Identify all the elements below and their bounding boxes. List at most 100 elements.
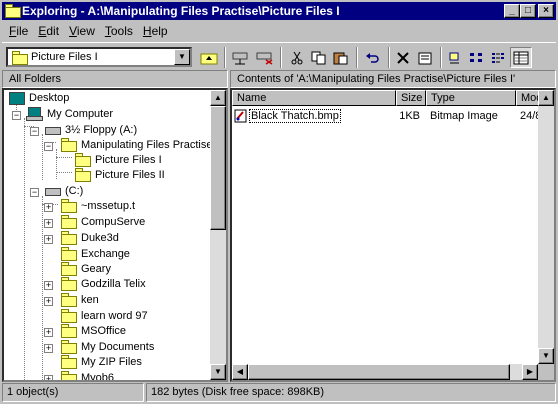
scroll-up-button[interactable]: ▲ (538, 90, 554, 106)
tree-item-myob6[interactable]: Myob6 (60, 370, 116, 380)
disconnect-drive-button[interactable] (254, 47, 276, 68)
tree-item-compuserve[interactable]: CompuServe (60, 214, 147, 229)
scroll-down-button[interactable]: ▼ (538, 348, 554, 364)
column-header-name[interactable]: Name (232, 90, 396, 106)
contents-header: Contents of 'A:\Manipulating Files Pract… (230, 70, 556, 88)
expand-toggle[interactable]: + (44, 297, 53, 306)
scroll-thumb[interactable] (210, 106, 226, 230)
expand-toggle[interactable]: + (44, 328, 53, 337)
status-bar: 1 object(s) 182 bytes (Disk free space: … (2, 383, 556, 402)
window-title: Exploring - A:\Manipulating Files Practi… (22, 4, 340, 18)
close-button[interactable]: × (538, 4, 554, 18)
expand-toggle[interactable]: + (44, 203, 53, 212)
contents-list: Name Size Type Modified Black Thatch.bmp… (230, 88, 556, 382)
expand-toggle[interactable]: + (44, 281, 53, 290)
tree-item-label: Picture Files I (95, 153, 162, 166)
tree-item-label: My Computer (47, 107, 114, 120)
tree-item-my-zip-files[interactable]: My ZIP Files (60, 354, 144, 369)
tree-item-label: CompuServe (81, 215, 146, 228)
details-view-button[interactable] (510, 47, 532, 68)
expand-toggle[interactable]: + (44, 235, 53, 244)
tree-item-label: MSOffice (81, 324, 127, 337)
map-network-drive-button[interactable] (230, 47, 252, 68)
status-object-count: 1 object(s) (2, 383, 144, 402)
collapse-toggle[interactable]: − (44, 142, 53, 151)
menu-file[interactable]: File (4, 22, 33, 40)
explorer-app-icon[interactable] (4, 4, 21, 18)
tree-item-geary[interactable]: Geary (60, 261, 113, 276)
menu-edit[interactable]: Edit (33, 22, 64, 40)
tree-item-label: My Documents (81, 340, 155, 353)
expand-toggle[interactable]: + (44, 344, 53, 353)
tree-item-ken[interactable]: ken (60, 292, 101, 307)
expand-toggle[interactable]: + (44, 375, 53, 380)
folder-icon (60, 355, 77, 369)
tree-item-my-computer[interactable]: My Computer (26, 106, 115, 121)
column-header-size[interactable]: Size (396, 90, 426, 106)
menu-help[interactable]: Help (138, 22, 173, 40)
tree-item-mssetup[interactable]: ~mssetup.t (60, 198, 137, 213)
folder-icon (60, 262, 77, 276)
folder-icon (11, 50, 28, 65)
tree-item-desktop[interactable]: Desktop (8, 90, 71, 105)
tree-item-drive-c[interactable]: (C:) (44, 183, 85, 198)
menu-bar: File Edit View Tools Help (4, 22, 173, 40)
folder-icon (60, 309, 77, 323)
expand-toggle[interactable]: + (44, 219, 53, 228)
collapse-toggle[interactable]: − (30, 188, 39, 197)
scroll-right-button[interactable]: ▶ (522, 364, 538, 380)
contents-vscrollbar[interactable]: ▲ ▼ (538, 90, 554, 364)
tree-item-label: Manipulating Files Practise (81, 138, 213, 151)
collapse-toggle[interactable]: − (12, 111, 21, 120)
tree-item-learn-word-97[interactable]: learn word 97 (60, 308, 150, 323)
undo-button[interactable] (362, 47, 384, 68)
tree-item-manipulating-files[interactable]: Manipulating Files Practise (60, 137, 214, 152)
all-folders-header: All Folders (2, 70, 228, 88)
copy-button[interactable] (308, 47, 330, 68)
cut-button[interactable] (286, 47, 308, 68)
tree-item-duke3d[interactable]: Duke3d (60, 230, 121, 245)
scroll-corner (538, 364, 554, 380)
tree-item-floppy[interactable]: 3½ Floppy (A:) (44, 122, 139, 137)
address-combo[interactable]: Picture Files I ▼ (6, 47, 192, 67)
scroll-left-button[interactable]: ◀ (232, 364, 248, 380)
scroll-thumb[interactable] (248, 364, 510, 380)
tree-item-godzilla-telix[interactable]: Godzilla Telix (60, 276, 148, 291)
tree-item-label: Duke3d (81, 231, 119, 244)
details-icon (513, 51, 529, 64)
tree-item-label: Geary (81, 262, 111, 275)
tree-item-label: 3½ Floppy (A:) (65, 123, 138, 136)
paste-icon (333, 52, 348, 64)
up-one-level-button[interactable] (198, 47, 220, 68)
menu-tools[interactable]: Tools (100, 22, 138, 40)
properties-button[interactable] (414, 47, 436, 68)
chevron-down-icon[interactable]: ▼ (174, 49, 190, 65)
tree-item-picture-files-ii[interactable]: Picture Files II (74, 167, 167, 182)
maximize-button[interactable]: □ (520, 4, 536, 18)
menu-view[interactable]: View (64, 22, 100, 40)
tree-item-msoffice[interactable]: MSOffice (60, 323, 128, 338)
tree-item-exchange[interactable]: Exchange (60, 246, 132, 261)
scroll-down-button[interactable]: ▼ (210, 364, 226, 380)
large-icons-button[interactable] (444, 47, 466, 68)
scroll-up-button[interactable]: ▲ (210, 90, 226, 106)
folder-icon (60, 340, 77, 354)
file-row[interactable]: Black Thatch.bmp 1KB Bitmap Image 24/8/9 (232, 109, 554, 124)
collapse-toggle[interactable]: − (30, 127, 39, 136)
column-header-type[interactable]: Type (426, 90, 516, 106)
contents-hscrollbar[interactable]: ◀ ▶ (232, 364, 538, 380)
small-icons-icon (470, 52, 482, 62)
small-icons-button[interactable] (466, 47, 488, 68)
title-bar[interactable]: Exploring - A:\Manipulating Files Practi… (2, 2, 556, 20)
paste-button[interactable] (330, 47, 352, 68)
folder-icon (60, 231, 77, 245)
tree-item-label: Exchange (81, 247, 130, 260)
tree-item-picture-files-i[interactable]: Picture Files I (74, 152, 164, 167)
minimize-button[interactable]: _ (504, 4, 520, 18)
tree-item-my-documents[interactable]: My Documents (60, 339, 156, 354)
folder-open-icon (74, 153, 91, 167)
folder-icon (60, 324, 77, 338)
tree-scrollbar[interactable]: ▲ ▼ (210, 90, 226, 380)
delete-button[interactable] (392, 47, 414, 68)
list-view-button[interactable] (488, 47, 510, 68)
